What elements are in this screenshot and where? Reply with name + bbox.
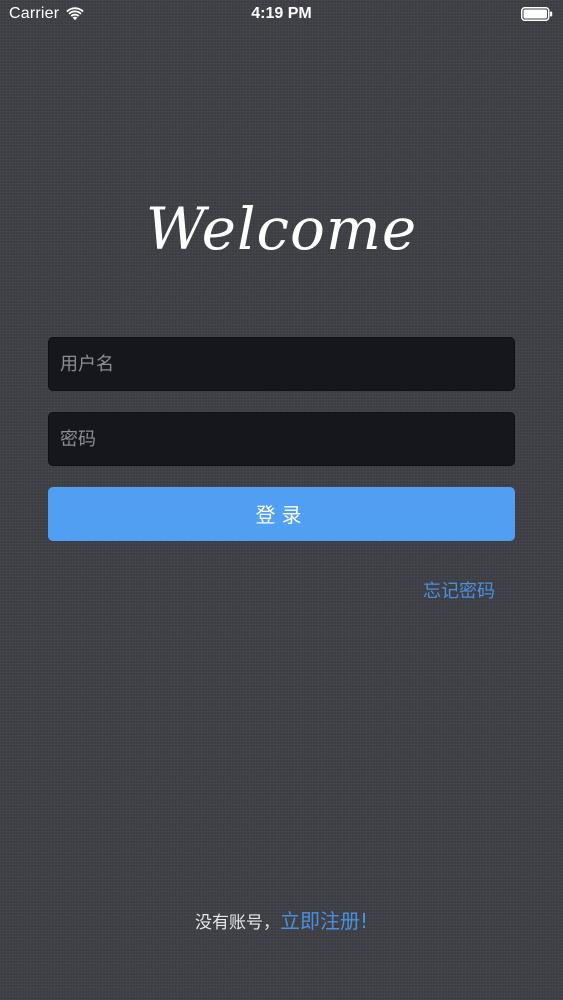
register-prompt: 没有账号，: [194, 913, 280, 933]
forgot-password-link[interactable]: 忘记密码: [423, 577, 495, 603]
password-field-container: [48, 412, 515, 466]
password-input[interactable]: [49, 413, 514, 465]
status-time: 4:19 PM: [251, 5, 312, 22]
login-button[interactable]: 登录: [48, 487, 515, 541]
register-link[interactable]: 立即注册!: [280, 909, 368, 933]
username-input[interactable]: [49, 338, 514, 390]
welcome-title: Welcome: [145, 195, 418, 263]
battery-icon: [521, 7, 553, 21]
register-row: 没有账号，立即注册!: [0, 905, 563, 934]
username-field-container: [48, 337, 515, 391]
status-bar: Carrier 4:19 PM: [0, 0, 563, 30]
